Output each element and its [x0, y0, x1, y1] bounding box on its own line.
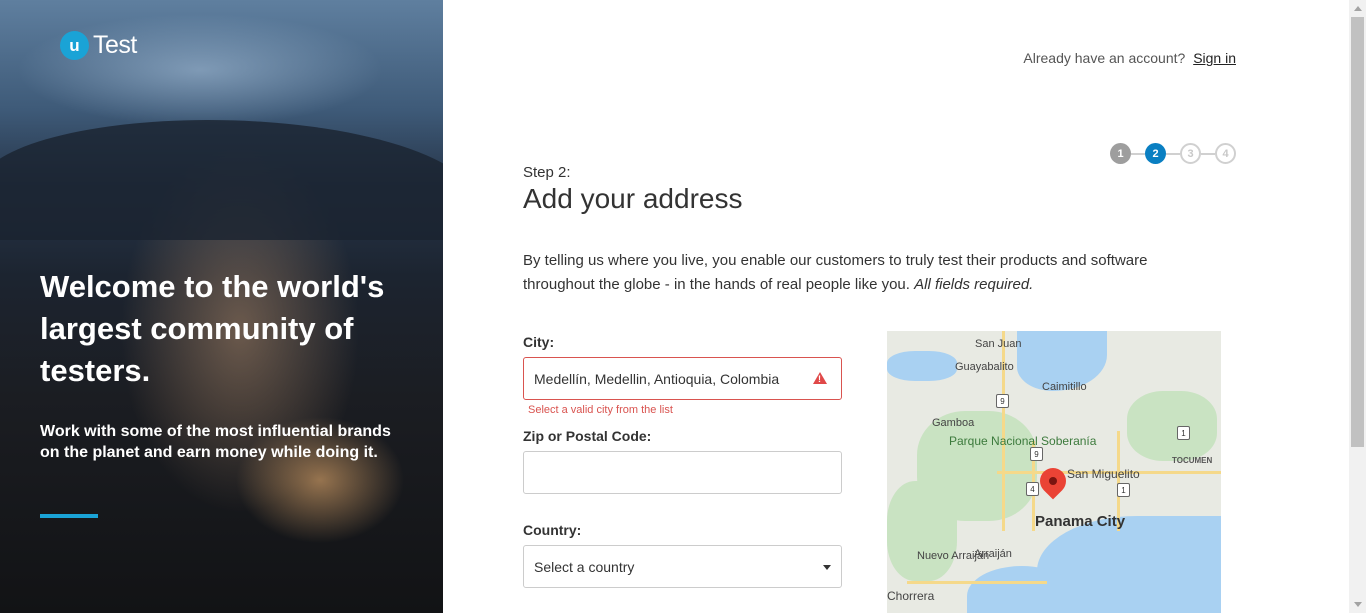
signin-prompt: Already have an account? Sign in	[1023, 50, 1236, 66]
scroll-up-icon[interactable]	[1354, 6, 1362, 11]
hero-accent-bar	[40, 514, 98, 518]
map-road	[907, 581, 1047, 584]
step-1-indicator: 1	[1110, 143, 1131, 164]
map-water	[887, 351, 957, 381]
map-label: Nuevo Arraiján	[917, 550, 990, 562]
city-input-value: Medellín, Medellin, Antioquia, Colombia	[534, 370, 780, 387]
intro-text: By telling us where you live, you enable…	[523, 249, 1223, 297]
hero-panel: u Test Welcome to the world's largest co…	[0, 0, 443, 613]
logo-text: Test	[93, 31, 137, 59]
route-shield: 4	[1026, 482, 1039, 496]
map-label: TOCUMEN	[1172, 456, 1213, 465]
location-pin-icon[interactable]	[1034, 462, 1072, 500]
hero-subtext: Work with some of the most influential b…	[40, 423, 391, 461]
route-shield: 1	[1117, 483, 1130, 497]
scrollbar-thumb[interactable]	[1351, 17, 1364, 447]
route-shield: 1	[1177, 426, 1190, 440]
map-label: Gamboa	[932, 417, 975, 429]
step-progress: 1 2 3 4	[1110, 143, 1236, 164]
map-label: Caimitillo	[1042, 381, 1087, 393]
scroll-down-icon[interactable]	[1354, 602, 1362, 607]
step-2-indicator: 2	[1145, 143, 1166, 164]
map-label: Panama City	[1035, 513, 1126, 530]
city-input[interactable]: Medellín, Medellin, Antioquia, Colombia	[523, 357, 842, 400]
map-park-area	[1127, 391, 1217, 461]
warning-icon	[813, 372, 827, 384]
intro-body: By telling us where you live, you enable…	[523, 252, 1148, 293]
logo-mark: u	[60, 31, 89, 60]
page-scrollbar[interactable]	[1349, 0, 1366, 613]
map-label: San Juan	[975, 338, 1022, 350]
map-label: Guayabalito	[955, 361, 1014, 373]
step-4-indicator: 4	[1215, 143, 1236, 164]
map-label: Arraiján	[974, 548, 1012, 560]
utest-logo[interactable]: u Test	[60, 31, 137, 60]
signin-prompt-text: Already have an account?	[1023, 50, 1186, 66]
step-connector	[1201, 152, 1215, 155]
hero-headline: Welcome to the world's largest community…	[40, 269, 385, 388]
zip-label: Zip or Postal Code:	[523, 428, 652, 444]
city-error-message: Select a valid city from the list	[528, 404, 673, 416]
country-select[interactable]: Select a country	[523, 545, 842, 588]
route-shield: 9	[1030, 447, 1043, 461]
page-title: Add your address	[523, 183, 743, 214]
map-label: San Miguelito	[1067, 467, 1140, 481]
step-connector	[1131, 152, 1145, 155]
step-connector	[1166, 152, 1180, 155]
hero-background-mountain	[0, 120, 443, 240]
route-shield: 9	[996, 394, 1009, 408]
zip-input[interactable]	[523, 451, 842, 494]
country-select-value: Select a country	[534, 558, 635, 575]
step-3-indicator: 3	[1180, 143, 1201, 164]
country-label: Country:	[523, 522, 582, 538]
map-label: Parque Nacional Soberanía	[949, 434, 1097, 448]
map-label: Chorrera	[887, 589, 935, 603]
location-map[interactable]: San Juan Guayabalito Caimitillo Gamboa P…	[887, 331, 1221, 613]
city-label: City:	[523, 334, 555, 350]
signin-link[interactable]: Sign in	[1193, 50, 1236, 66]
step-label: Step 2:	[523, 164, 571, 181]
map-park-area	[887, 481, 957, 581]
intro-emphasis: All fields required.	[914, 276, 1034, 293]
chevron-down-icon	[823, 565, 831, 570]
